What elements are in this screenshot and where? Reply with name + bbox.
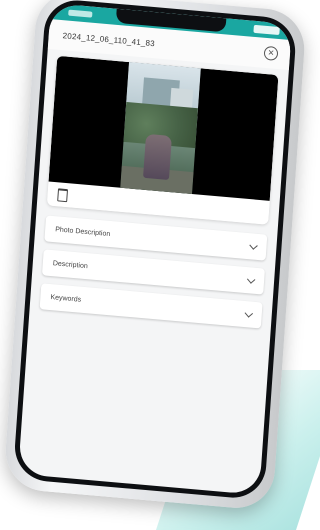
dropdown-label: Keywords (50, 293, 82, 304)
chevron-down-icon (249, 240, 258, 250)
photo-card (46, 55, 279, 225)
chevron-down-icon (246, 274, 256, 284)
photo-preview[interactable] (48, 55, 279, 201)
dropdown-label: Photo Description (54, 225, 111, 238)
chevron-down-icon (244, 308, 254, 318)
phone-device: 2024_12_06_110_41_83 ✕ Photo Description… (3, 0, 307, 512)
battery-icon (253, 24, 280, 36)
file-title: 2024_12_06_110_41_83 (62, 30, 156, 48)
photo-image (120, 62, 201, 195)
signal-icon (68, 9, 93, 18)
dropdown-label: Description (52, 259, 88, 270)
phone-bezel: 2024_12_06_110_41_83 ✕ Photo Description… (12, 0, 298, 501)
trash-icon[interactable] (57, 187, 69, 202)
app-screen: 2024_12_06_110_41_83 ✕ Photo Description… (18, 3, 293, 495)
close-icon[interactable]: ✕ (263, 45, 279, 61)
